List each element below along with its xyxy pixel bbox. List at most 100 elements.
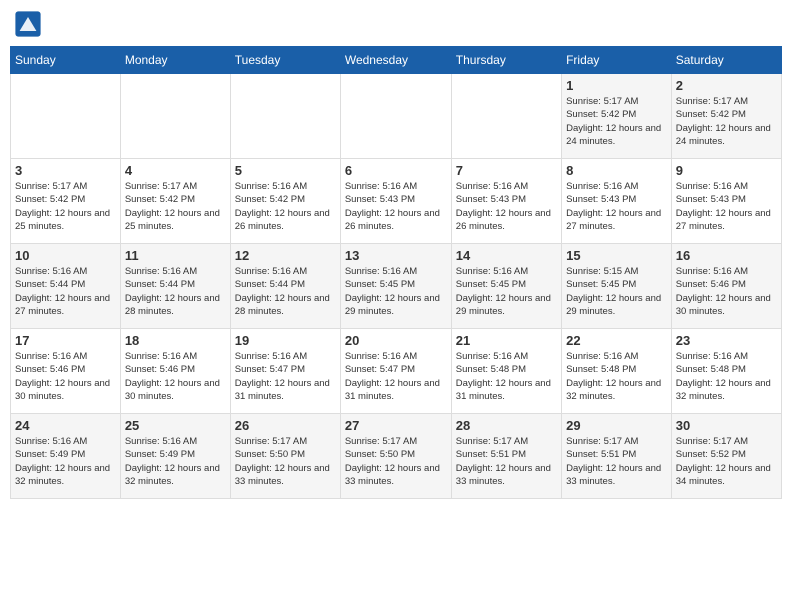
weekday-header-monday: Monday: [120, 47, 230, 74]
day-number: 21: [456, 333, 557, 348]
calendar-cell: [120, 74, 230, 159]
day-info: Sunrise: 5:17 AMSunset: 5:42 PMDaylight:…: [676, 95, 777, 148]
calendar-table: SundayMondayTuesdayWednesdayThursdayFrid…: [10, 46, 782, 499]
calendar-header-row: SundayMondayTuesdayWednesdayThursdayFrid…: [11, 47, 782, 74]
calendar-cell: 10 Sunrise: 5:16 AMSunset: 5:44 PMDayligh…: [11, 244, 121, 329]
day-info: Sunrise: 5:17 AMSunset: 5:42 PMDaylight:…: [566, 95, 667, 148]
calendar-week-1: 1Sunrise: 5:17 AMSunset: 5:42 PMDaylight…: [11, 74, 782, 159]
day-number: 8: [566, 163, 667, 178]
day-number: 12: [235, 248, 336, 263]
day-number: 26: [235, 418, 336, 433]
day-info: Sunrise: 5:16 AMSunset: 5:43 PMDaylight:…: [456, 180, 557, 233]
day-info: Sunrise: 5:16 AMSunset: 5:45 PMDaylight:…: [456, 265, 557, 318]
day-number: 25: [125, 418, 226, 433]
calendar-cell: [340, 74, 451, 159]
weekday-header-saturday: Saturday: [671, 47, 781, 74]
calendar-cell: 20Sunrise: 5:16 AMSunset: 5:47 PMDayligh…: [340, 329, 451, 414]
day-number: 11: [125, 248, 226, 263]
day-number: 20: [345, 333, 447, 348]
calendar-cell: 6 Sunrise: 5:16 AMSunset: 5:43 PMDaylight…: [340, 159, 451, 244]
day-info: Sunrise: 5:17 AMSunset: 5:50 PMDaylight:…: [235, 435, 336, 488]
day-info: Sunrise: 5:17 AMSunset: 5:51 PMDaylight:…: [456, 435, 557, 488]
day-number: 7: [456, 163, 557, 178]
day-number: 16: [676, 248, 777, 263]
calendar-cell: [451, 74, 561, 159]
calendar-week-2: 3 Sunrise: 5:17 AMSunset: 5:42 PMDaylight…: [11, 159, 782, 244]
day-info: Sunrise: 5:16 AMSunset: 5:43 PMDaylight:…: [676, 180, 777, 233]
day-info: Sunrise: 5:16 AMSunset: 5:44 PMDaylight:…: [15, 265, 116, 318]
calendar-cell: 21Sunrise: 5:16 AMSunset: 5:48 PMDayligh…: [451, 329, 561, 414]
day-info: Sunrise: 5:17 AMSunset: 5:42 PMDaylight:…: [125, 180, 226, 233]
day-number: 27: [345, 418, 447, 433]
weekday-header-wednesday: Wednesday: [340, 47, 451, 74]
day-info: Sunrise: 5:16 AMSunset: 5:46 PMDaylight:…: [15, 350, 116, 403]
calendar-cell: 4 Sunrise: 5:17 AMSunset: 5:42 PMDaylight…: [120, 159, 230, 244]
day-number: 6: [345, 163, 447, 178]
calendar-week-4: 17 Sunrise: 5:16 AMSunset: 5:46 PMDayligh…: [11, 329, 782, 414]
day-info: Sunrise: 5:16 AMSunset: 5:47 PMDaylight:…: [235, 350, 336, 403]
calendar-cell: 30Sunrise: 5:17 AMSunset: 5:52 PMDayligh…: [671, 414, 781, 499]
day-number: 29: [566, 418, 667, 433]
day-info: Sunrise: 5:16 AMSunset: 5:46 PMDaylight:…: [125, 350, 226, 403]
calendar-cell: 2 Sunrise: 5:17 AMSunset: 5:42 PMDaylight…: [671, 74, 781, 159]
calendar-cell: 8 Sunrise: 5:16 AMSunset: 5:43 PMDaylight…: [562, 159, 672, 244]
calendar-cell: 28 Sunrise: 5:17 AMSunset: 5:51 PMDayligh…: [451, 414, 561, 499]
day-number: 9: [676, 163, 777, 178]
calendar-cell: 27Sunrise: 5:17 AMSunset: 5:50 PMDayligh…: [340, 414, 451, 499]
calendar-cell: 25 Sunrise: 5:16 AMSunset: 5:49 PMDayligh…: [120, 414, 230, 499]
day-number: 4: [125, 163, 226, 178]
calendar-cell: 16 Sunrise: 5:16 AMSunset: 5:46 PMDayligh…: [671, 244, 781, 329]
weekday-header-friday: Friday: [562, 47, 672, 74]
calendar-cell: 1Sunrise: 5:17 AMSunset: 5:42 PMDaylight…: [562, 74, 672, 159]
day-number: 5: [235, 163, 336, 178]
day-number: 22: [566, 333, 667, 348]
day-number: 17: [15, 333, 116, 348]
day-number: 23: [676, 333, 777, 348]
day-number: 28: [456, 418, 557, 433]
calendar-cell: 23 Sunrise: 5:16 AMSunset: 5:48 PMDayligh…: [671, 329, 781, 414]
day-info: Sunrise: 5:16 AMSunset: 5:49 PMDaylight:…: [15, 435, 116, 488]
day-number: 3: [15, 163, 116, 178]
calendar-cell: [11, 74, 121, 159]
day-info: Sunrise: 5:16 AMSunset: 5:48 PMDaylight:…: [566, 350, 667, 403]
calendar-week-5: 24 Sunrise: 5:16 AMSunset: 5:49 PMDayligh…: [11, 414, 782, 499]
calendar-cell: [230, 74, 340, 159]
calendar-cell: 22 Sunrise: 5:16 AMSunset: 5:48 PMDayligh…: [562, 329, 672, 414]
calendar-cell: 5 Sunrise: 5:16 AMSunset: 5:42 PMDaylight…: [230, 159, 340, 244]
calendar-cell: 15Sunrise: 5:15 AMSunset: 5:45 PMDayligh…: [562, 244, 672, 329]
day-info: Sunrise: 5:16 AMSunset: 5:42 PMDaylight:…: [235, 180, 336, 233]
day-info: Sunrise: 5:17 AMSunset: 5:51 PMDaylight:…: [566, 435, 667, 488]
calendar-cell: 11 Sunrise: 5:16 AMSunset: 5:44 PMDayligh…: [120, 244, 230, 329]
day-info: Sunrise: 5:16 AMSunset: 5:44 PMDaylight:…: [125, 265, 226, 318]
day-number: 13: [345, 248, 447, 263]
day-number: 24: [15, 418, 116, 433]
day-number: 18: [125, 333, 226, 348]
calendar-cell: 14 Sunrise: 5:16 AMSunset: 5:45 PMDayligh…: [451, 244, 561, 329]
calendar-cell: 17 Sunrise: 5:16 AMSunset: 5:46 PMDayligh…: [11, 329, 121, 414]
calendar-cell: 26 Sunrise: 5:17 AMSunset: 5:50 PMDayligh…: [230, 414, 340, 499]
day-number: 19: [235, 333, 336, 348]
day-number: 10: [15, 248, 116, 263]
day-info: Sunrise: 5:16 AMSunset: 5:43 PMDaylight:…: [566, 180, 667, 233]
calendar-cell: 9 Sunrise: 5:16 AMSunset: 5:43 PMDaylight…: [671, 159, 781, 244]
calendar-cell: 29 Sunrise: 5:17 AMSunset: 5:51 PMDayligh…: [562, 414, 672, 499]
day-number: 14: [456, 248, 557, 263]
calendar-cell: 12 Sunrise: 5:16 AMSunset: 5:44 PMDayligh…: [230, 244, 340, 329]
weekday-header-tuesday: Tuesday: [230, 47, 340, 74]
weekday-header-sunday: Sunday: [11, 47, 121, 74]
day-info: Sunrise: 5:16 AMSunset: 5:44 PMDaylight:…: [235, 265, 336, 318]
day-number: 2: [676, 78, 777, 93]
calendar-cell: 7 Sunrise: 5:16 AMSunset: 5:43 PMDaylight…: [451, 159, 561, 244]
day-info: Sunrise: 5:16 AMSunset: 5:49 PMDaylight:…: [125, 435, 226, 488]
day-info: Sunrise: 5:16 AMSunset: 5:45 PMDaylight:…: [345, 265, 447, 318]
day-info: Sunrise: 5:17 AMSunset: 5:52 PMDaylight:…: [676, 435, 777, 488]
day-info: Sunrise: 5:16 AMSunset: 5:43 PMDaylight:…: [345, 180, 447, 233]
calendar-cell: 3Sunrise: 5:17 AMSunset: 5:42 PMDaylight…: [11, 159, 121, 244]
day-info: Sunrise: 5:16 AMSunset: 5:48 PMDaylight:…: [676, 350, 777, 403]
calendar-cell: 18 Sunrise: 5:16 AMSunset: 5:46 PMDayligh…: [120, 329, 230, 414]
calendar-cell: 24 Sunrise: 5:16 AMSunset: 5:49 PMDayligh…: [11, 414, 121, 499]
day-info: Sunrise: 5:16 AMSunset: 5:46 PMDaylight:…: [676, 265, 777, 318]
logo: [14, 10, 46, 38]
day-info: Sunrise: 5:15 AMSunset: 5:45 PMDaylight:…: [566, 265, 667, 318]
weekday-header-thursday: Thursday: [451, 47, 561, 74]
